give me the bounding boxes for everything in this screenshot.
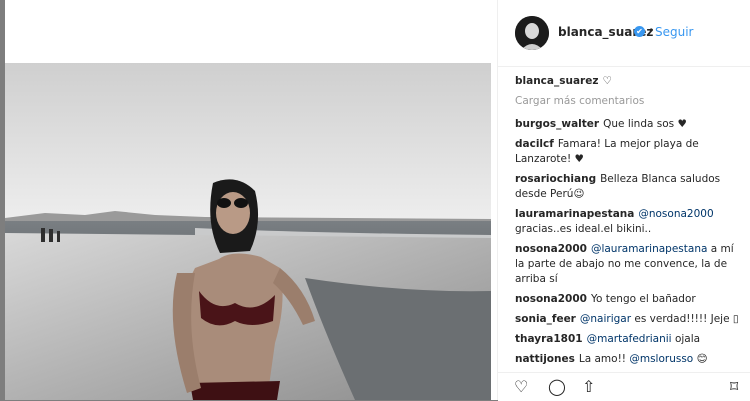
post-sidebar: blanca_suarez ✔ • Seguir blanca_suarez ♡ … — [497, 0, 750, 401]
action-bar: ♡ ◯ ⇧ ⌑ — [498, 372, 750, 401]
bookmark-icon[interactable]: ⌑ — [730, 379, 738, 395]
comment-username[interactable]: rosariochiang — [515, 173, 596, 185]
comment-item: thayra1801 @martafedrianii ojala — [515, 332, 743, 347]
comment-item: lauramarinapestana @nosona2000 gracias..e… — [515, 207, 743, 237]
comment-mention[interactable]: @martafedrianii — [587, 333, 672, 345]
heart-icon[interactable]: ♡ — [514, 379, 528, 395]
comment-username[interactable]: thayra1801 — [515, 333, 583, 345]
separator-dot: • — [648, 24, 655, 37]
comment-list: blanca_suarez ♡ Cargar más comentarios bu… — [515, 74, 743, 392]
comment-text: Yo tengo el bañador — [590, 293, 696, 305]
comment-mention[interactable]: @nosona2000 — [638, 208, 713, 220]
comment-item: burgos_walter Que linda sos ♥ — [515, 117, 743, 132]
caption: blanca_suarez ♡ — [515, 74, 743, 89]
comment-username[interactable]: dacilcf — [515, 138, 554, 150]
caption-text: ♡ — [602, 75, 612, 87]
comment-username[interactable]: nattijones — [515, 353, 575, 365]
caption-username[interactable]: blanca_suarez — [515, 75, 598, 87]
follow-button[interactable]: Seguir — [655, 25, 694, 39]
comment-icon[interactable]: ◯ — [548, 379, 566, 395]
comment-username[interactable]: sonia_feer — [515, 313, 576, 325]
comment-username[interactable]: burgos_walter — [515, 118, 599, 130]
comment-item: sonia_feer @nairigar es verdad!!!!! Jeje … — [515, 312, 743, 327]
comment-username[interactable]: nosona2000 — [515, 243, 587, 255]
comment-text: ojala — [674, 333, 701, 345]
comment-text: 😊 — [696, 353, 708, 365]
verified-badge-icon: ✔ — [634, 26, 645, 37]
profile-picture — [515, 16, 549, 50]
post-photo[interactable] — [5, 63, 491, 400]
post-modal: blanca_suarez ✔ • Seguir blanca_suarez ♡ … — [5, 0, 750, 401]
comment-item: nattijones La amo!! @mslorusso 😊 — [515, 352, 743, 367]
comment-item: nosona2000 @lauramarinapestana a mí la pa… — [515, 242, 743, 287]
load-more-comments-link[interactable]: Cargar más comentarios — [515, 94, 743, 109]
comment-text: Que linda sos ♥ — [603, 118, 687, 130]
comment-item: nosona2000 Yo tengo el bañador — [515, 292, 743, 307]
comment-username[interactable]: lauramarinapestana — [515, 208, 634, 220]
comment-mention[interactable]: @mslorusso — [629, 353, 693, 365]
comment-text: es verdad!!!!! Jeje ▯ — [634, 313, 739, 325]
avatar[interactable] — [515, 16, 549, 50]
share-icon[interactable]: ⇧ — [582, 379, 595, 395]
comment-text-before: La amo!! — [578, 353, 626, 365]
beach-photo-image — [5, 63, 491, 400]
comment-item: dacilcf Famara! La mejor playa de Lanzaro… — [515, 137, 743, 167]
post-header: blanca_suarez ✔ • Seguir — [498, 0, 750, 67]
comment-mention[interactable]: @nairigar — [580, 313, 631, 325]
comment-mention[interactable]: @lauramarinapestana — [591, 243, 707, 255]
comment-text: gracias..es ideal.el bikini.. — [515, 223, 652, 235]
comment-username[interactable]: nosona2000 — [515, 293, 587, 305]
comment-item: rosariochiang Belleza Blanca saludos desd… — [515, 172, 743, 202]
